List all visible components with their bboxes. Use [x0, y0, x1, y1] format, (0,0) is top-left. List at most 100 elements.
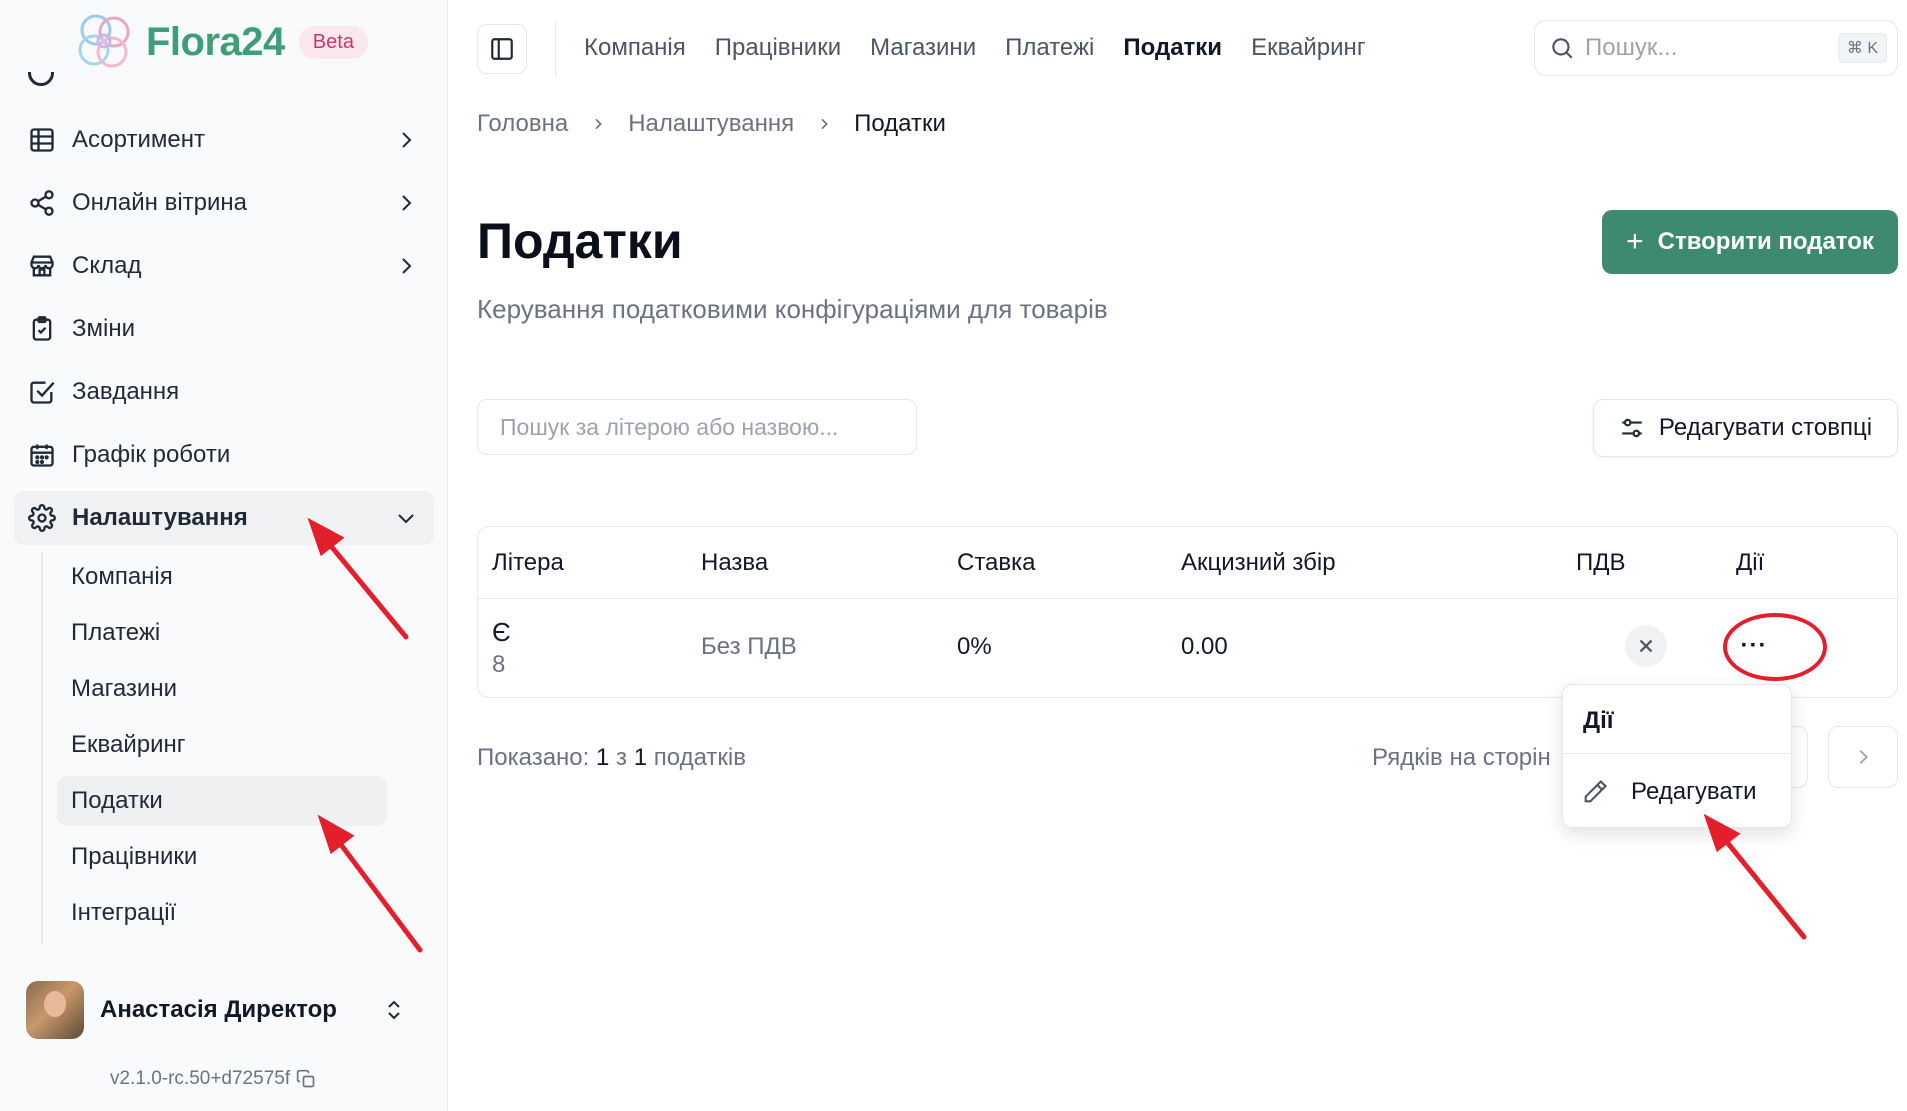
sidebar-item-label: Завдання — [72, 378, 180, 405]
sidebar-item-shifts[interactable]: Зміни — [14, 302, 434, 356]
taxes-table: Літера Назва Ставка Акцизний збір ПДВ Ді… — [477, 526, 1898, 698]
sidebar-item-settings[interactable]: Налаштування — [14, 491, 434, 545]
tax-excise: 0.00 — [1181, 633, 1228, 660]
app-version: v2.1.0-rc.50+d72575f — [110, 1068, 316, 1090]
topnav-item-taxes[interactable]: Податки — [1123, 34, 1222, 62]
user-name: Анастасія Директор — [100, 996, 337, 1023]
chevrons-up-down-icon — [388, 1000, 400, 1020]
column-header-letter[interactable]: Літера — [492, 549, 564, 577]
annotation-circle — [1723, 613, 1827, 681]
flower-logo-icon — [78, 14, 130, 68]
breadcrumb-current: Податки — [854, 110, 946, 137]
settings-submenu: Компанія Платежі Магазини Еквайринг Пода… — [41, 552, 421, 944]
submenu-item-acquiring[interactable]: Еквайринг — [57, 720, 387, 770]
topnav-item-acquiring[interactable]: Еквайринг — [1251, 34, 1366, 62]
chevron-right-icon — [402, 195, 412, 211]
table-header: Літера Назва Ставка Акцизний збір ПДВ Ді… — [478, 527, 1897, 599]
tax-rate: 0% — [957, 633, 992, 660]
chevron-down-icon — [398, 514, 414, 524]
vat-status-badge — [1625, 625, 1667, 667]
sidebar-toggle-button[interactable] — [477, 24, 527, 74]
create-tax-label: Створити податок — [1657, 228, 1874, 255]
sidebar-item-storefront[interactable]: Онлайн вітрина — [14, 176, 434, 230]
menu-item-edit[interactable]: Редагувати — [1581, 769, 1781, 815]
column-header-vat[interactable]: ПДВ — [1576, 549, 1626, 577]
copy-icon[interactable] — [296, 1069, 316, 1089]
topnav-item-company[interactable]: Компанія — [584, 34, 686, 62]
edit-columns-button[interactable]: Редагувати стовпці — [1593, 399, 1898, 457]
global-search[interactable]: Пошук... ⌘ K — [1534, 20, 1898, 76]
chevron-right-icon — [402, 132, 412, 148]
menu-divider — [1563, 753, 1791, 754]
brand-logo[interactable]: Flora24 Beta — [68, 4, 368, 80]
brand-name: Flora24 — [146, 19, 285, 64]
sidebar-item-label: Онлайн вітрина — [72, 189, 248, 216]
search-placeholder: Пошук... — [1585, 34, 1678, 61]
topnav-item-employees[interactable]: Працівники — [715, 34, 841, 62]
submenu-item-payments[interactable]: Платежі — [57, 608, 387, 658]
table-row[interactable]: Є 8 Без ПДВ 0% 0.00 ··· — [478, 599, 1897, 697]
sidebar-item-label: Склад — [72, 252, 142, 279]
submenu-item-taxes[interactable]: Податки — [57, 776, 387, 826]
column-header-actions: Дії — [1736, 549, 1765, 576]
sidebar-item-label: Зміни — [72, 315, 135, 342]
partial-nav-icon — [28, 72, 58, 92]
shown-prefix: Показано: — [477, 744, 590, 771]
edit-columns-label: Редагувати стовпці — [1658, 414, 1873, 441]
breadcrumb-settings[interactable]: Налаштування — [628, 110, 794, 138]
create-tax-button[interactable]: + Створити податок — [1602, 210, 1898, 274]
tax-letter-code: 8 — [492, 651, 506, 678]
shown-suffix: податків — [653, 744, 746, 771]
chevron-right-icon — [595, 118, 603, 130]
store-icon — [30, 255, 54, 277]
page-title: Податки — [477, 213, 683, 269]
panel-left-icon — [491, 38, 513, 60]
column-header-excise[interactable]: Акцизний збір — [1181, 549, 1336, 577]
sidebar-item-label: Графік роботи — [72, 441, 231, 468]
page-subtitle: Керування податковими конфігураціями для… — [477, 294, 1108, 324]
sidebar-item-assortment[interactable]: Асортимент — [14, 113, 434, 167]
gear-icon — [28, 504, 56, 532]
submenu-item-employees[interactable]: Працівники — [57, 832, 387, 882]
sidebar-item-tasks[interactable]: Завдання — [14, 365, 434, 419]
menu-title: Дії — [1583, 707, 1614, 734]
shown-total: 1 — [633, 744, 648, 771]
column-header-rate[interactable]: Ставка — [957, 549, 1036, 577]
avatar — [26, 981, 84, 1039]
breadcrumb: Головна Налаштування Податки — [477, 110, 946, 138]
column-header-name[interactable]: Назва — [701, 549, 768, 577]
chevron-right-icon — [821, 118, 828, 130]
sidebar: Flora24 Beta Асортимент Онлайн вітрина С… — [0, 0, 448, 1111]
chevron-right-icon — [1859, 749, 1868, 765]
tax-filter-input[interactable] — [477, 399, 917, 455]
submenu-item-stores[interactable]: Магазини — [57, 664, 387, 714]
row-actions-menu: Дії Редагувати — [1562, 684, 1792, 828]
sliders-icon — [1622, 418, 1642, 438]
menu-item-label: Редагувати — [1631, 778, 1757, 805]
share-icon — [30, 190, 54, 216]
clipboard-icon — [32, 316, 52, 341]
close-icon — [1639, 639, 1653, 653]
submenu-item-integrations[interactable]: Інтеграції — [57, 888, 387, 938]
calendar-icon — [30, 444, 54, 467]
topnav-item-stores[interactable]: Магазини — [870, 34, 976, 62]
next-page-button[interactable] — [1828, 726, 1898, 788]
topbar-divider — [555, 22, 556, 76]
chevron-right-icon — [402, 258, 412, 274]
tax-letter: Є — [492, 617, 511, 647]
plus-icon: + — [1626, 225, 1644, 258]
pagination-summary: Показано: 1 з 1 податків — [477, 744, 746, 772]
sidebar-item-schedule[interactable]: Графік роботи — [14, 428, 434, 482]
user-switcher[interactable]: Анастасія Директор — [26, 980, 426, 1040]
submenu-item-company[interactable]: Компанія — [57, 552, 387, 602]
rows-per-page-label: Рядків на сторін — [1372, 744, 1551, 771]
sidebar-item-warehouse[interactable]: Склад — [14, 239, 434, 293]
sidebar-item-label: Асортимент — [72, 126, 205, 153]
sidebar-nav: Асортимент Онлайн вітрина Склад Зміни За… — [14, 113, 434, 554]
top-nav: Компанія Працівники Магазини Платежі Под… — [584, 34, 1395, 62]
search-shortcut: ⌘ K — [1837, 33, 1887, 63]
tax-name: Без ПДВ — [701, 633, 797, 660]
breadcrumb-home[interactable]: Головна — [477, 110, 568, 138]
version-text: v2.1.0-rc.50+d72575f — [110, 1068, 291, 1089]
topnav-item-payments[interactable]: Платежі — [1005, 34, 1094, 62]
